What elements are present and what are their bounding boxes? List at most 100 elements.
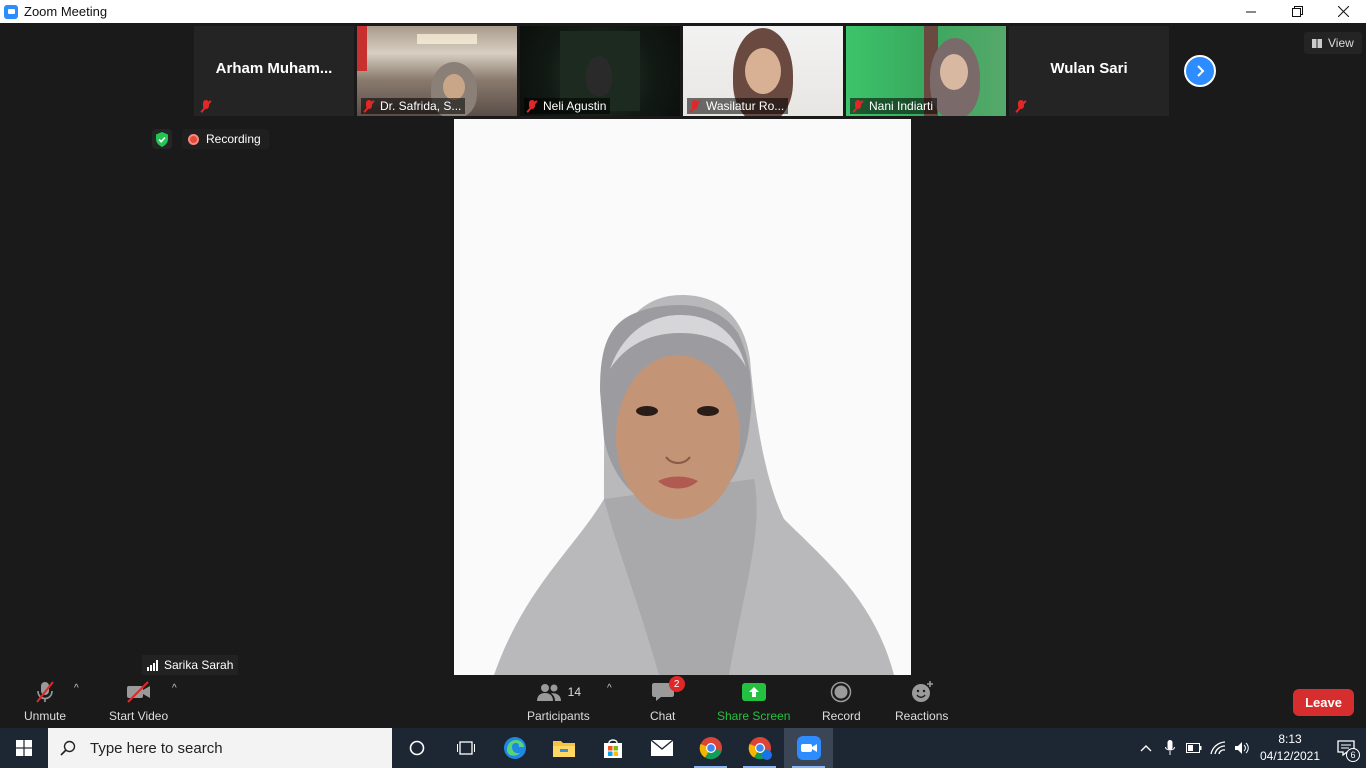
mic-muted-icon — [526, 99, 538, 113]
windows-logo-icon — [16, 740, 32, 756]
edge-icon — [503, 737, 526, 759]
active-speaker-video — [454, 119, 911, 675]
mic-muted-icon — [1015, 100, 1027, 113]
view-button[interactable]: View — [1304, 32, 1362, 54]
unmute-button[interactable]: Unmute — [24, 679, 66, 723]
participant-name: Neli Agustin — [543, 99, 607, 113]
participant-name-large: Wulan Sari — [1050, 60, 1128, 77]
view-label: View — [1328, 36, 1354, 50]
reactions-icon — [910, 679, 934, 705]
share-screen-button[interactable]: Share Screen — [717, 679, 790, 723]
zoom-icon — [796, 736, 821, 760]
chrome-profile-button[interactable] — [735, 728, 784, 768]
share-screen-label: Share Screen — [717, 709, 791, 723]
participants-button[interactable]: 14 Participants — [527, 679, 590, 723]
chrome-profile-icon — [748, 737, 772, 760]
notifications-count: 6 — [1346, 748, 1360, 762]
chat-label: Chat — [650, 709, 676, 723]
mic-muted-icon — [689, 99, 701, 113]
cortana-button[interactable] — [392, 728, 441, 768]
mic-muted-icon — [852, 99, 864, 113]
store-button[interactable] — [588, 728, 637, 768]
mic-muted-icon — [363, 99, 375, 113]
start-button[interactable] — [0, 728, 48, 768]
reactions-button[interactable]: Reactions — [895, 679, 948, 723]
share-screen-icon — [741, 683, 766, 701]
chat-unread-badge: 2 — [668, 676, 685, 692]
volume-icon[interactable] — [1230, 728, 1254, 768]
active-speaker-name: Sarika Sarah — [164, 658, 234, 672]
clock-date: 04/12/2021 — [1259, 749, 1321, 763]
signal-strength-icon — [147, 659, 158, 671]
participant-label: Nani Indiarti — [850, 98, 938, 114]
wifi-icon[interactable] — [1206, 728, 1230, 768]
minimize-button[interactable] — [1228, 0, 1274, 23]
participant-tile[interactable]: Wasilatur Ro... — [683, 26, 843, 116]
meeting-area: Arham Muham... Dr. Safrida, S... Neli Ag… — [0, 23, 1366, 728]
mic-muted-icon — [200, 100, 212, 113]
participants-label: Participants — [527, 709, 590, 723]
participant-name: Dr. Safrida, S... — [380, 99, 462, 113]
participant-strip: Arham Muham... Dr. Safrida, S... Neli Ag… — [194, 26, 1169, 116]
participants-icon-group: 14 — [536, 679, 581, 705]
leave-button[interactable]: Leave — [1293, 689, 1354, 716]
video-options-caret-icon[interactable]: ^ — [172, 683, 177, 694]
participant-tile[interactable]: Dr. Safrida, S... — [357, 26, 517, 116]
zoom-taskbar-button[interactable] — [784, 728, 833, 768]
battery-icon[interactable] — [1182, 728, 1206, 768]
record-icon — [830, 679, 852, 705]
task-view-button[interactable] — [441, 728, 490, 768]
active-speaker-tag: Sarika Sarah — [142, 655, 239, 675]
restore-button[interactable] — [1274, 0, 1320, 23]
reactions-label: Reactions — [895, 709, 949, 723]
show-hidden-icons-chevron-icon[interactable] — [1134, 728, 1158, 768]
close-button[interactable] — [1320, 0, 1366, 23]
chevron-right-icon — [1197, 65, 1205, 77]
share-screen-icon-wrap — [741, 679, 766, 705]
edge-button[interactable] — [490, 728, 539, 768]
security-shield-icon[interactable] — [152, 129, 172, 149]
system-tray: 8:13 04/12/2021 6 — [1134, 728, 1366, 768]
recording-dot-icon — [188, 133, 199, 145]
mic-muted-icon — [33, 679, 57, 705]
store-icon — [603, 739, 622, 758]
cortana-icon — [409, 740, 424, 756]
start-video-button[interactable]: Start Video — [109, 679, 168, 723]
grid-icon — [1312, 38, 1322, 48]
zoom-logo-icon — [4, 4, 18, 19]
participant-label — [198, 99, 221, 114]
record-label: Record — [822, 709, 861, 723]
chat-icon-wrap: 2 — [651, 676, 685, 705]
chrome-icon — [699, 737, 722, 760]
meeting-toolbar: Unmute ^ Start Video ^ 14 Participants ^… — [0, 675, 1366, 728]
recording-label: Recording — [206, 132, 261, 146]
next-page-button[interactable] — [1184, 55, 1216, 87]
taskbar-search-box[interactable]: Type here to search — [48, 728, 392, 768]
taskbar-clock[interactable]: 8:13 04/12/2021 — [1254, 731, 1326, 765]
windows-taskbar: Type here to search 8:13 04/12/2021 6 — [0, 728, 1366, 768]
participant-tile[interactable]: Nani Indiarti — [846, 26, 1006, 116]
participant-label: Wasilatur Ro... — [687, 98, 789, 114]
audio-options-caret-icon[interactable]: ^ — [74, 683, 79, 694]
participant-tile[interactable]: Wulan Sari — [1009, 26, 1169, 116]
mail-icon — [650, 739, 673, 756]
clock-time: 8:13 — [1278, 732, 1302, 746]
participants-icon — [536, 684, 561, 701]
action-center-button[interactable]: 6 — [1326, 728, 1366, 768]
participant-name-large: Arham Muham... — [215, 60, 333, 77]
participant-tile[interactable]: Arham Muham... — [194, 26, 354, 116]
participant-tile[interactable]: Neli Agustin — [520, 26, 680, 116]
title-bar: Zoom Meeting — [0, 0, 1366, 23]
window-controls — [1228, 0, 1366, 23]
participant-name: Wasilatur Ro... — [706, 99, 785, 113]
chat-button[interactable]: 2 Chat — [650, 676, 685, 723]
microphone-tray-icon[interactable] — [1158, 728, 1182, 768]
participant-label: Dr. Safrida, S... — [361, 98, 466, 114]
record-button[interactable]: Record — [822, 679, 861, 723]
file-explorer-button[interactable] — [539, 728, 588, 768]
mail-button[interactable] — [637, 728, 686, 768]
chrome-button[interactable] — [686, 728, 735, 768]
unmute-label: Unmute — [24, 709, 67, 723]
participants-options-caret-icon[interactable]: ^ — [607, 683, 612, 694]
recording-indicator[interactable]: Recording — [182, 129, 269, 149]
